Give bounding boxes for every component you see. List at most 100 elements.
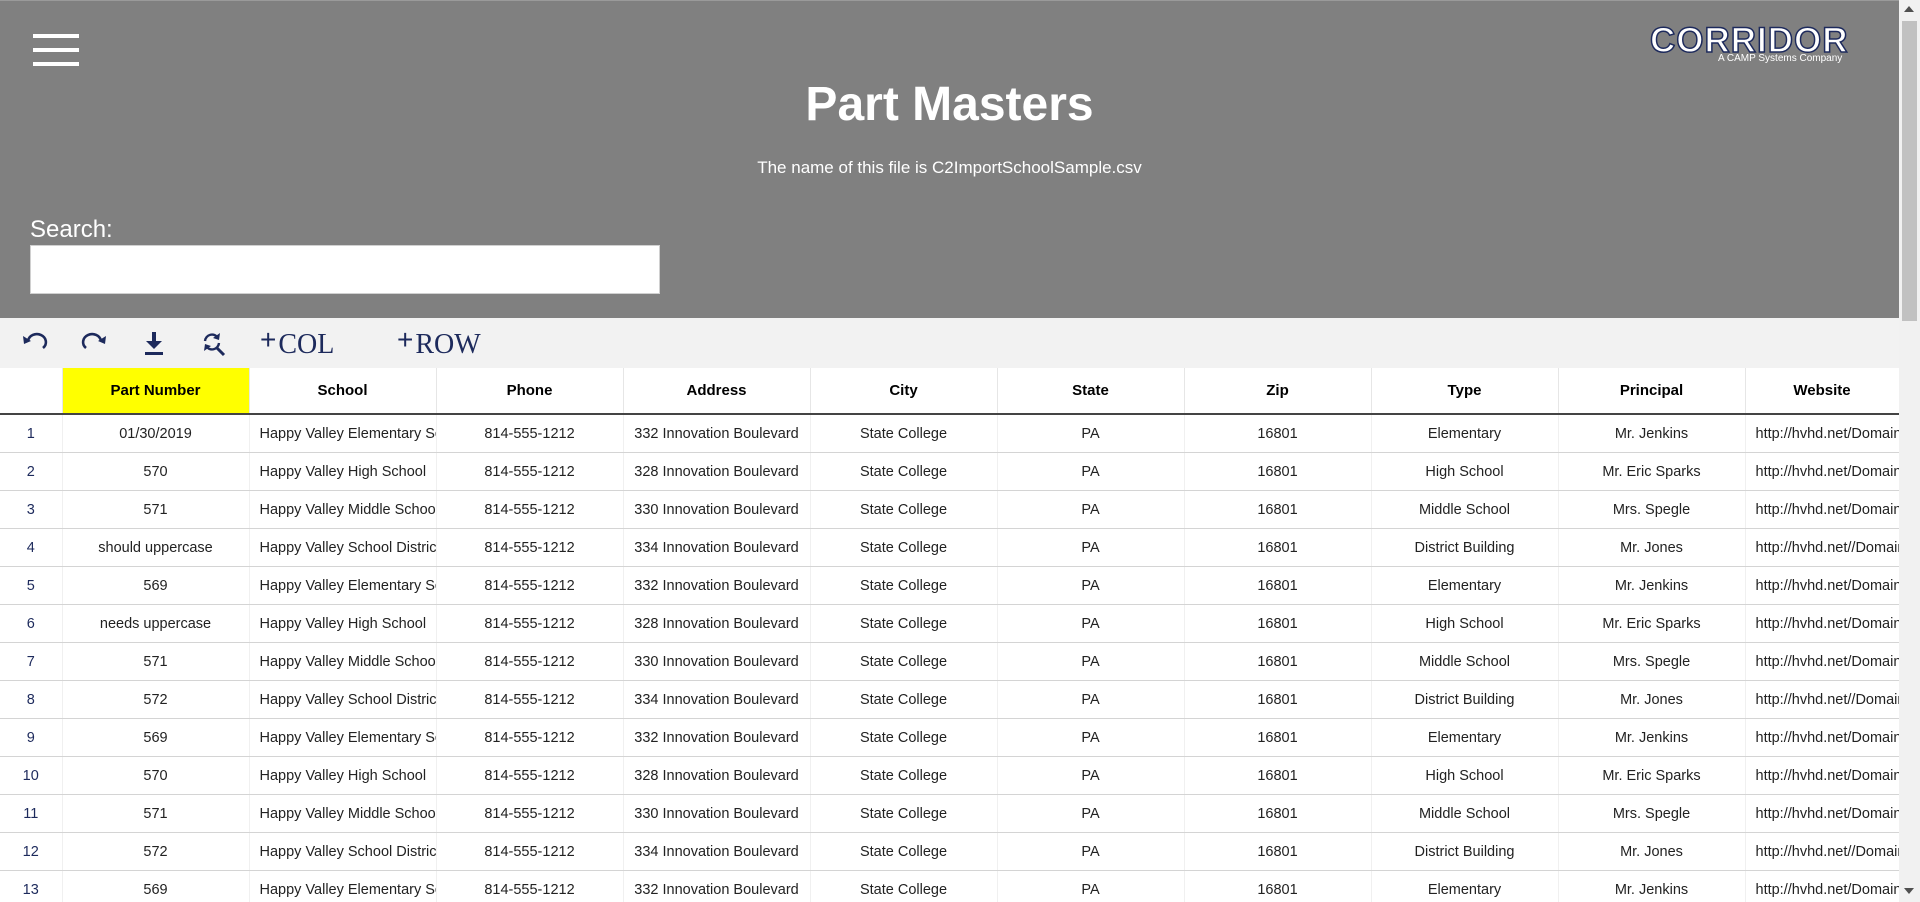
add-column-button[interactable]: +COL [260, 324, 334, 361]
scrollbar-thumb[interactable] [1902, 21, 1917, 321]
table-cell[interactable]: State College [810, 490, 998, 529]
table-cell[interactable]: Happy Valley Elementary School [249, 870, 437, 902]
table-cell[interactable]: PA [997, 566, 1185, 605]
row-number[interactable]: 3 [0, 490, 63, 529]
table-cell[interactable]: 571 [62, 490, 250, 529]
table-cell[interactable]: PA [997, 718, 1185, 757]
table-cell[interactable]: 814-555-1212 [436, 452, 624, 491]
table-cell[interactable]: 16801 [1184, 604, 1372, 643]
table-row[interactable]: 7 571 Happy Valley Middle School 814-555-12… [0, 642, 1900, 681]
table-cell[interactable]: Mr. Jenkins [1558, 718, 1746, 757]
table-cell[interactable]: 814-555-1212 [436, 794, 624, 833]
column-header-phone[interactable]: Phone [436, 368, 624, 415]
table-cell[interactable]: 16801 [1184, 566, 1372, 605]
table-cell[interactable]: Happy Valley Elementary School [249, 566, 437, 605]
table-cell[interactable]: State College [810, 528, 998, 567]
table-cell[interactable]: Middle School [1371, 642, 1559, 681]
row-number[interactable]: 11 [0, 794, 63, 833]
table-cell[interactable]: 814-555-1212 [436, 414, 624, 453]
row-number[interactable]: 9 [0, 718, 63, 757]
table-cell[interactable]: 16801 [1184, 756, 1372, 795]
row-number[interactable]: 4 [0, 528, 63, 567]
table-cell[interactable]: 814-555-1212 [436, 718, 624, 757]
table-cell[interactable]: 16801 [1184, 414, 1372, 453]
table-cell[interactable]: High School [1371, 452, 1559, 491]
table-cell[interactable]: 569 [62, 566, 250, 605]
table-cell[interactable]: 814-555-1212 [436, 490, 624, 529]
table-cell[interactable]: PA [997, 794, 1185, 833]
table-cell[interactable]: Happy Valley Elementary School [249, 414, 437, 453]
table-cell[interactable]: http://hvhd.net/Domain [1745, 452, 1900, 491]
table-cell[interactable]: 334 Innovation Boulevard [623, 680, 811, 719]
table-cell[interactable]: Happy Valley School District [249, 832, 437, 871]
row-number[interactable]: 6 [0, 604, 63, 643]
column-header-type[interactable]: Type [1371, 368, 1559, 415]
table-cell[interactable]: 01/30/2019 [62, 414, 250, 453]
find-replace-icon[interactable] [198, 330, 228, 358]
table-cell[interactable]: PA [997, 680, 1185, 719]
table-cell[interactable]: needs uppercase [62, 604, 250, 643]
table-cell[interactable]: 332 Innovation Boulevard [623, 870, 811, 902]
table-cell[interactable]: 330 Innovation Boulevard [623, 490, 811, 529]
table-cell[interactable]: Mrs. Spegle [1558, 490, 1746, 529]
table-cell[interactable]: http://hvhd.net/Domain [1745, 604, 1900, 643]
download-icon[interactable] [139, 330, 169, 358]
table-cell[interactable]: 16801 [1184, 642, 1372, 681]
table-cell[interactable]: 16801 [1184, 832, 1372, 871]
table-cell[interactable]: 328 Innovation Boulevard [623, 756, 811, 795]
table-cell[interactable]: State College [810, 452, 998, 491]
table-cell[interactable]: 572 [62, 832, 250, 871]
table-cell[interactable]: Mr. Eric Sparks [1558, 604, 1746, 643]
table-cell[interactable]: 332 Innovation Boulevard [623, 718, 811, 757]
table-cell[interactable]: http://hvhd.net/Domain [1745, 756, 1900, 795]
table-cell[interactable]: 814-555-1212 [436, 832, 624, 871]
row-number[interactable]: 2 [0, 452, 63, 491]
row-number[interactable]: 7 [0, 642, 63, 681]
table-cell[interactable]: http://hvhd.net/Domain [1745, 490, 1900, 529]
table-cell[interactable]: Happy Valley Middle School [249, 490, 437, 529]
table-cell[interactable]: Mr. Jenkins [1558, 566, 1746, 605]
table-cell[interactable]: Middle School [1371, 794, 1559, 833]
row-number[interactable]: 12 [0, 832, 63, 871]
table-cell[interactable]: 330 Innovation Boulevard [623, 794, 811, 833]
table-cell[interactable]: State College [810, 756, 998, 795]
row-number[interactable]: 13 [0, 870, 63, 902]
table-cell[interactable]: Mr. Jenkins [1558, 870, 1746, 902]
table-cell[interactable]: State College [810, 680, 998, 719]
table-cell[interactable]: http://hvhd.net/Domain [1745, 718, 1900, 757]
table-cell[interactable]: Mrs. Spegle [1558, 642, 1746, 681]
table-cell[interactable]: 16801 [1184, 452, 1372, 491]
table-cell[interactable]: 16801 [1184, 490, 1372, 529]
table-cell[interactable]: 332 Innovation Boulevard [623, 566, 811, 605]
table-cell[interactable]: State College [810, 642, 998, 681]
table-cell[interactable]: Elementary [1371, 718, 1559, 757]
table-cell[interactable]: State College [810, 870, 998, 902]
row-number[interactable]: 8 [0, 680, 63, 719]
table-cell[interactable]: Happy Valley High School [249, 452, 437, 491]
table-cell[interactable]: Happy Valley Middle School [249, 794, 437, 833]
table-row[interactable]: 8 572 Happy Valley School District 814-555-… [0, 680, 1900, 719]
table-row[interactable]: 9569Happy Valley Elementary School814-55… [0, 718, 1900, 757]
column-header-website[interactable]: Website [1745, 368, 1900, 415]
table-cell[interactable]: Middle School [1371, 490, 1559, 529]
table-cell[interactable]: State College [810, 718, 998, 757]
table-row[interactable]: 6 needs uppercase Happy Valley High School… [0, 604, 1900, 643]
table-cell[interactable]: State College [810, 832, 998, 871]
table-cell[interactable]: http://hvhd.net/Domain [1745, 642, 1900, 681]
table-row[interactable]: 12 572 Happy Valley School District 814-555… [0, 832, 1900, 871]
row-number[interactable]: 10 [0, 756, 63, 795]
scroll-up-arrow-icon[interactable] [1904, 6, 1914, 12]
table-cell[interactable]: District Building [1371, 528, 1559, 567]
table-cell[interactable]: 332 Innovation Boulevard [623, 414, 811, 453]
table-cell[interactable]: 814-555-1212 [436, 680, 624, 719]
table-cell[interactable]: State College [810, 604, 998, 643]
table-cell[interactable]: 16801 [1184, 870, 1372, 902]
table-cell[interactable]: 814-555-1212 [436, 604, 624, 643]
table-cell[interactable]: 814-555-1212 [436, 566, 624, 605]
table-cell[interactable]: Elementary [1371, 566, 1559, 605]
scroll-down-arrow-icon[interactable] [1904, 888, 1914, 894]
row-number[interactable]: 1 [0, 414, 63, 453]
table-cell[interactable]: PA [997, 604, 1185, 643]
table-cell[interactable]: Mrs. Spegle [1558, 794, 1746, 833]
row-number[interactable]: 5 [0, 566, 63, 605]
